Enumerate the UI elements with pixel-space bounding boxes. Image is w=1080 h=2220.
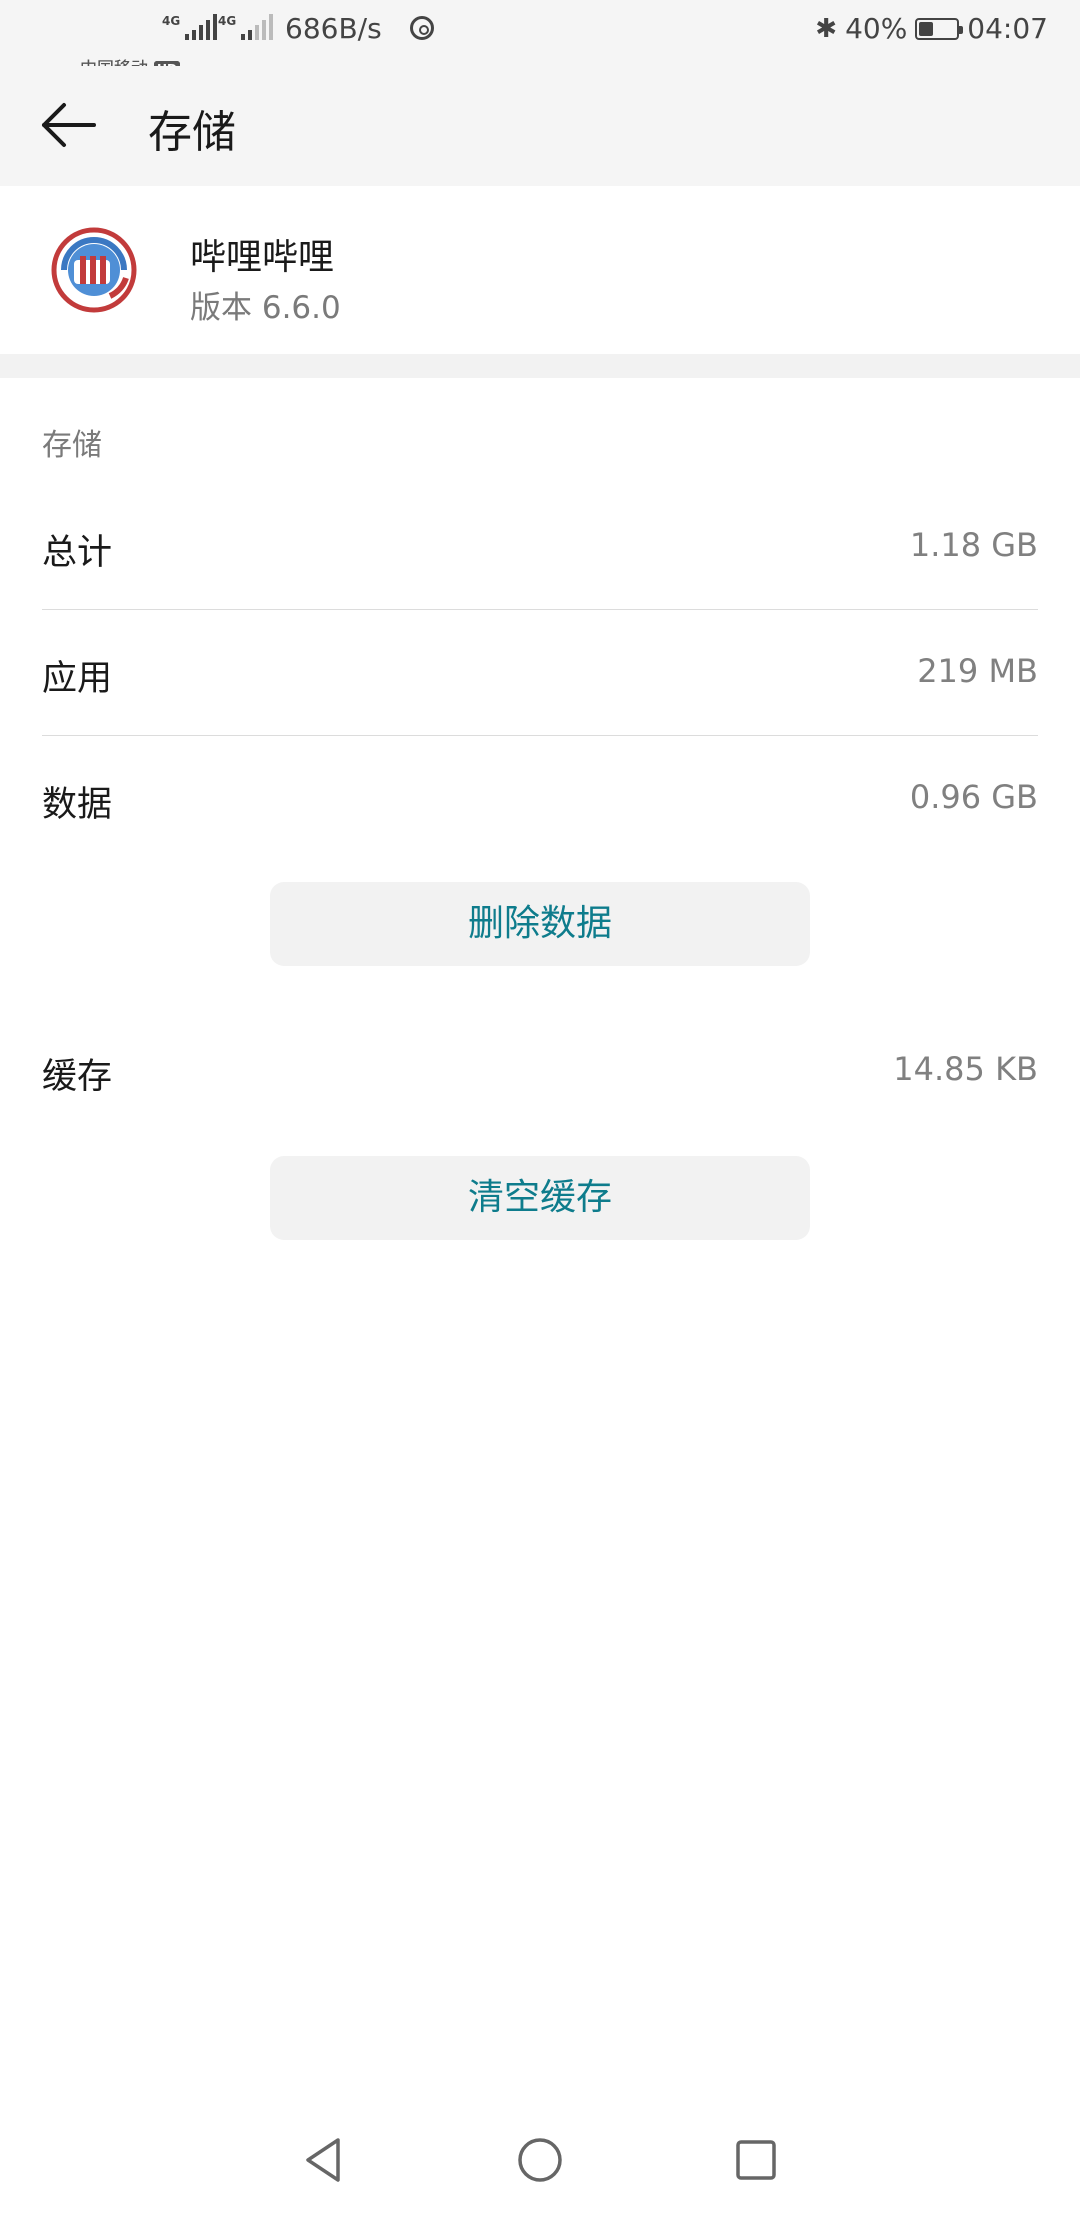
battery-fill (919, 21, 934, 36)
row-label: 缓存 (42, 1057, 113, 1097)
battery-percent: 40% (845, 12, 908, 45)
storage-row-total: 总计 1.18 GB (42, 484, 1038, 610)
storage-row-data: 数据 0.96 GB (42, 736, 1038, 862)
status-bar: 中国移动 HD 中国移动 HD 4G 4G 686B/s ✱ 40% 04:07 (0, 0, 1080, 79)
signal-1-icon: 4G (162, 14, 218, 40)
clock: 04:07 (967, 12, 1048, 45)
battery-icon (915, 17, 964, 40)
status-right: ✱ 40% 04:07 (815, 12, 1048, 45)
netease-music-icon (410, 16, 434, 40)
circle-home-icon[interactable] (510, 2130, 570, 2190)
arrow-left-icon[interactable] (38, 100, 98, 150)
storage-section-label: 存储 (42, 428, 102, 463)
title-bar: 存储 (0, 66, 1080, 186)
row-value: 14.85 KB (893, 1050, 1038, 1088)
row-label: 数据 (42, 785, 113, 825)
network-speed: 686B/s (285, 12, 382, 45)
storage-row-app: 应用 219 MB (42, 610, 1038, 736)
network-type-1: 4G (162, 14, 181, 28)
row-value: 219 MB (917, 652, 1038, 690)
app-header: 哔哩哔哩 版本 6.6.0 (0, 186, 1080, 354)
row-label: 总计 (42, 533, 113, 573)
app-logo-icon (51, 227, 137, 313)
triangle-back-icon[interactable] (294, 2130, 354, 2190)
app-name: 哔哩哔哩 (190, 237, 335, 278)
delete-data-button[interactable]: 删除数据 (270, 882, 810, 966)
page-title: 存储 (148, 107, 236, 158)
clear-cache-button[interactable]: 清空缓存 (270, 1156, 810, 1240)
signal-2-icon: 4G (218, 14, 274, 40)
section-divider (0, 354, 1080, 378)
navigation-bar (0, 2100, 1080, 2220)
bluetooth-icon: ✱ (815, 13, 838, 44)
row-value: 0.96 GB (909, 778, 1038, 816)
square-recents-icon[interactable] (726, 2130, 786, 2190)
app-version: 版本 6.6.0 (190, 290, 341, 326)
network-type-2: 4G (218, 14, 237, 28)
row-label: 应用 (42, 659, 113, 699)
row-value: 1.18 GB (909, 526, 1038, 564)
storage-row-cache: 缓存 14.85 KB (42, 1008, 1038, 1134)
